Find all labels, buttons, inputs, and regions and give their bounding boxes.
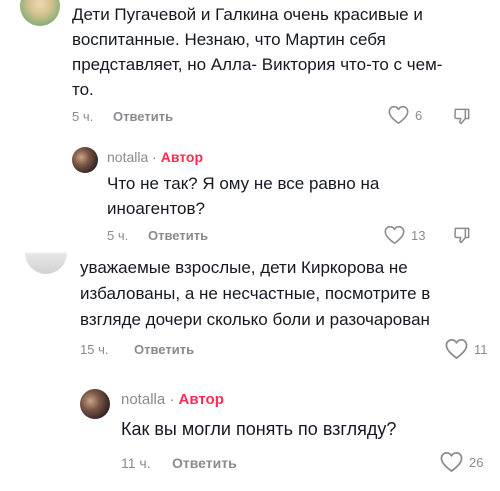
avatar[interactable] xyxy=(25,232,67,274)
comment-text-line: взгляде дочери сколько боли и разочарова… xyxy=(80,310,430,329)
reply-button[interactable]: Ответить xyxy=(172,455,237,471)
comment-text-line: представляет, но Алла- Виктория что-то с… xyxy=(72,55,443,74)
heart-icon xyxy=(384,225,405,245)
comment-text-line: Что не так? Я ому не все равно на xyxy=(107,174,380,193)
like-count: 13 xyxy=(411,227,426,243)
separator: · xyxy=(152,149,157,165)
comment-text-line: Как вы могли понять по взгляду? xyxy=(121,419,397,439)
like-button[interactable]: 11 xyxy=(445,338,488,360)
dislike-button[interactable] xyxy=(452,225,472,250)
comment-time: 5 ч. xyxy=(72,109,94,124)
avatar[interactable] xyxy=(20,0,60,26)
comment-text-line: Дети Пугачевой и Галкина очень красивые … xyxy=(72,5,423,24)
thumbs-down-icon xyxy=(454,108,470,125)
comment-text-line: избалованы, а не несчастные, посмотрите … xyxy=(80,284,431,303)
reply-button[interactable]: Ответить xyxy=(148,228,208,243)
comment-text-line: воспитанные. Незнаю, что Мартин себя xyxy=(72,30,386,49)
comment-text-line: то. xyxy=(72,80,94,99)
author-badge: Автор xyxy=(160,149,204,165)
thumbs-down-icon xyxy=(454,227,470,244)
reply-button[interactable]: Ответить xyxy=(134,342,194,357)
avatar[interactable] xyxy=(72,147,98,173)
username[interactable]: notalla xyxy=(121,391,165,408)
reply-button[interactable]: Ответить xyxy=(113,109,173,124)
heart-icon xyxy=(440,452,463,472)
like-count: 11 xyxy=(474,341,488,357)
username-line: notalla · Автор xyxy=(107,149,203,165)
comment-time: 15 ч. xyxy=(80,342,109,357)
comment-time: 11 ч. xyxy=(121,455,151,471)
like-count: 6 xyxy=(415,107,423,123)
author-badge: Автор xyxy=(178,391,224,408)
like-count: 26 xyxy=(469,454,484,470)
like-button[interactable]: 13 xyxy=(384,225,425,245)
username-line: notalla · Автор xyxy=(121,391,224,408)
like-button[interactable]: 6 xyxy=(388,105,422,125)
heart-icon xyxy=(388,105,409,125)
dislike-button[interactable] xyxy=(452,106,472,131)
comment-text-line: иноагентов? xyxy=(107,199,205,218)
avatar[interactable] xyxy=(80,389,110,419)
comment-time: 5 ч. xyxy=(107,228,129,243)
heart-icon xyxy=(445,339,468,359)
separator: · xyxy=(169,391,175,408)
comment-text-line: уважаемые взрослые, дети Киркорова не xyxy=(80,258,408,277)
like-button[interactable]: 26 xyxy=(440,451,483,473)
username[interactable]: notalla xyxy=(107,149,148,165)
